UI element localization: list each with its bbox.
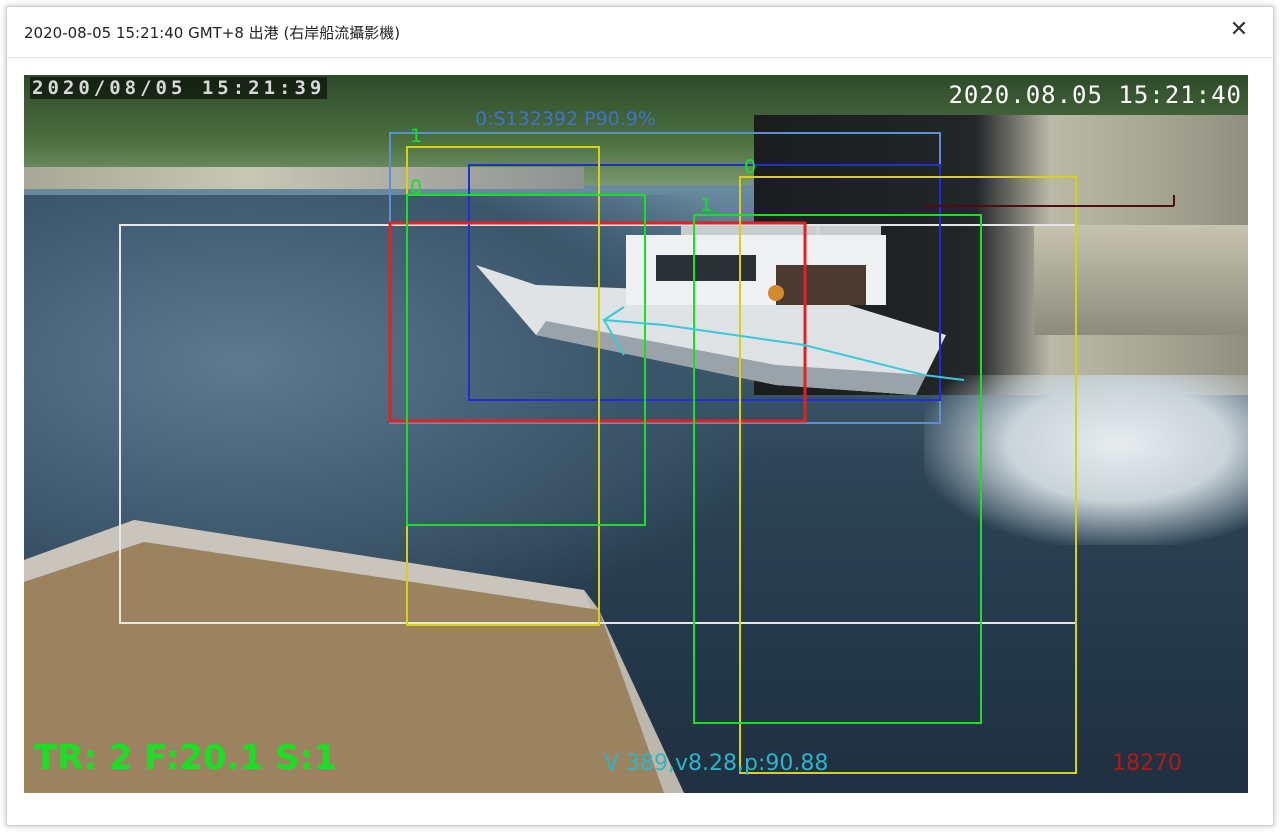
- track-box-yellow-2: [739, 176, 1077, 774]
- detection-label: 0:S132392 P90.9%: [475, 108, 656, 130]
- track-box-green-2: [693, 214, 982, 724]
- camera-frame: 2020/08/05 15:21:39 2020.08.05 15:21:40 …: [24, 75, 1248, 793]
- dialog-title: 2020-08-05 15:21:40 GMT+8 出港 (右岸船流攝影機): [24, 24, 401, 42]
- close-icon[interactable]: ✕: [1227, 19, 1251, 43]
- osd-timestamp-camera: 2020/08/05 15:21:39: [30, 77, 328, 99]
- track-label: 0: [410, 176, 423, 198]
- track-box-green-1: [406, 194, 646, 526]
- track-label: 1: [410, 125, 423, 147]
- tracking-stats: TR: 2 F:20.1 S:1: [34, 738, 337, 778]
- motion-arrow-head: [603, 306, 625, 321]
- velocity-readout: V 389,v8.28,p:90.88: [604, 751, 829, 776]
- track-box-yellow-1: [406, 146, 600, 626]
- frame-counter: 18270: [1112, 751, 1182, 776]
- tracking-overlay: [119, 132, 1175, 774]
- detection-box-red: [388, 221, 807, 423]
- track-label: 0: [744, 156, 757, 178]
- video-dialog: 2020-08-05 15:21:40 GMT+8 出港 (右岸船流攝影機) ✕: [6, 6, 1274, 826]
- dialog-header: 2020-08-05 15:21:40 GMT+8 出港 (右岸船流攝影機) ✕: [7, 7, 1273, 58]
- motion-trajectory: [602, 318, 965, 381]
- osd-timestamp-system: 2020.08.05 15:21:40: [948, 81, 1242, 109]
- track-label: 1: [700, 194, 713, 216]
